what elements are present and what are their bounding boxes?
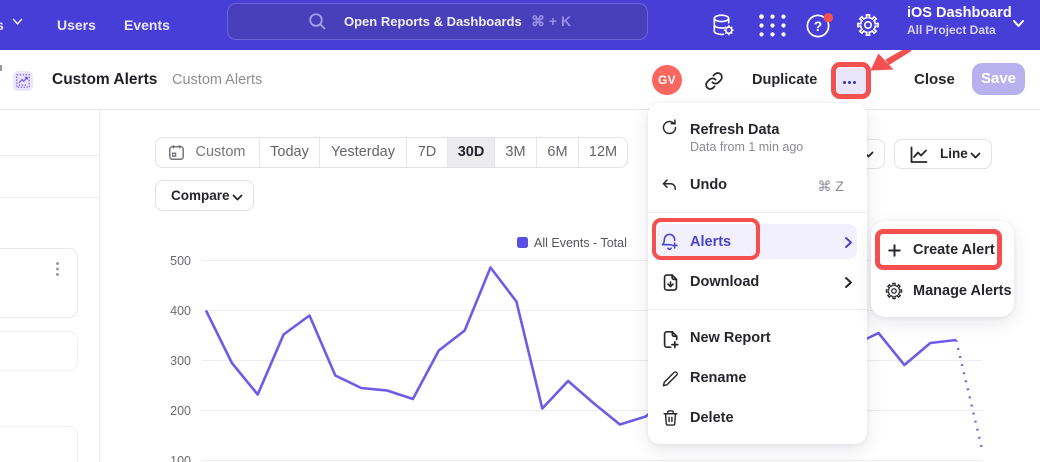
- svg-text:400: 400: [170, 304, 191, 318]
- svg-text:200: 200: [170, 404, 191, 418]
- svg-text:500: 500: [170, 254, 191, 268]
- svg-text:300: 300: [170, 354, 191, 368]
- svg-text:100: 100: [170, 454, 191, 462]
- svg-text:?: ?: [814, 19, 822, 34]
